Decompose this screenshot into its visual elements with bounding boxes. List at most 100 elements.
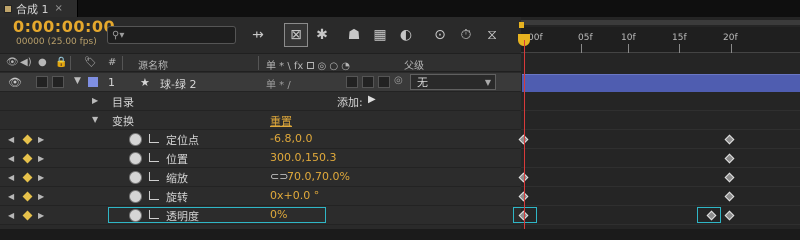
keyframe-toggle-icon[interactable] xyxy=(22,153,33,164)
auto-keyframe-icon[interactable]: ⊙ xyxy=(428,23,452,47)
brainstorm-icon[interactable]: ◐ xyxy=(394,23,418,47)
property-row[interactable]: ◀ ▶ 透明度 0% xyxy=(0,206,521,225)
audio-icon[interactable]: ◀) xyxy=(20,57,32,68)
layer-column-header: 👁 ◀) ● 🔒 🏷 # 源名称 单 * \ fx 🞐 ◎ ○ ◔ 父级 xyxy=(0,53,521,72)
graph-icon[interactable] xyxy=(149,153,159,162)
property-value[interactable]: 70.0,70.0% xyxy=(287,170,350,183)
next-keyframe-icon[interactable]: ▶ xyxy=(38,211,44,220)
ruler-tick xyxy=(679,44,680,53)
next-keyframe-icon[interactable]: ▶ xyxy=(38,135,44,144)
switch-box-3[interactable] xyxy=(378,76,390,88)
current-time-indicator-line[interactable] xyxy=(524,40,525,229)
stopwatch-icon[interactable] xyxy=(129,152,142,165)
visibility-icon[interactable]: 👁 xyxy=(8,76,22,89)
keyframe-selection-outline xyxy=(513,207,537,223)
graph-icon[interactable] xyxy=(149,191,159,200)
property-name: 透明度 xyxy=(166,210,199,223)
search-input[interactable]: ⚲▾ xyxy=(107,26,236,44)
close-icon[interactable]: × xyxy=(55,3,63,14)
expand-arrow-icon[interactable]: ▼ xyxy=(92,115,98,124)
prev-keyframe-icon[interactable]: ◀ xyxy=(8,211,14,220)
keyframe-selection-outline xyxy=(697,207,721,223)
timeline-row xyxy=(521,111,800,130)
stopwatch-icon[interactable] xyxy=(129,209,142,222)
work-area-bar[interactable] xyxy=(521,20,800,25)
parent-select[interactable]: 无 ▼ xyxy=(410,74,496,90)
visibility-icon[interactable]: 👁 xyxy=(6,57,19,68)
prev-keyframe-icon[interactable]: ◀ xyxy=(8,192,14,201)
property-row[interactable]: ◀ ▶ 缩放 ⊂⊃ 70.0,70.0% xyxy=(0,168,521,187)
next-keyframe-icon[interactable]: ▶ xyxy=(38,154,44,163)
expand-arrow-icon[interactable]: ▶ xyxy=(92,96,98,105)
draft-3d-icon[interactable]: ⊠ xyxy=(284,23,308,47)
timeline-row xyxy=(521,168,800,187)
prev-keyframe-icon[interactable]: ◀ xyxy=(8,135,14,144)
property-name: 定位点 xyxy=(166,134,199,147)
navigator-marker[interactable] xyxy=(519,22,524,28)
add-menu-icon[interactable]: ▶ xyxy=(368,94,376,105)
ruler-label: 05f xyxy=(578,33,593,43)
graph-icon[interactable] xyxy=(149,172,159,181)
group-row-contents[interactable]: ▶ 目录 添加: ▶ xyxy=(0,92,521,111)
source-name-header[interactable]: 源名称 xyxy=(138,57,168,72)
solo-icon[interactable]: ● xyxy=(38,57,47,68)
tab-composition[interactable]: 合成 1 × xyxy=(0,0,78,17)
frame-rate-info: 00000 (25.00 fps) xyxy=(16,37,97,47)
layer-label-color[interactable] xyxy=(88,77,98,87)
ruler-label: 00f xyxy=(528,33,543,43)
keyframe-toggle-icon[interactable] xyxy=(22,134,33,145)
property-value[interactable]: 0x+0.0 ° xyxy=(270,189,319,202)
comp-mini-flowchart-icon[interactable]: ⇸ xyxy=(246,23,270,47)
motion-blur-icon[interactable]: ▦ xyxy=(368,23,392,47)
frame-blending-icon[interactable]: ☗ xyxy=(342,23,366,47)
switch-box-2[interactable] xyxy=(362,76,374,88)
current-time-display[interactable]: 0:00:00:00 xyxy=(13,17,115,36)
stopwatch-icon[interactable] xyxy=(129,171,142,184)
property-row[interactable]: ◀ ▶ 定位点 -6.8,0.0 xyxy=(0,130,521,149)
next-keyframe-icon[interactable]: ▶ xyxy=(38,192,44,201)
stopwatch-icon[interactable] xyxy=(129,133,142,146)
ruler-label: 20f xyxy=(723,33,738,43)
layer-row[interactable]: 👁 ▼ 1 ★ 球-绿 2 单 * / ◎ 无 ▼ xyxy=(0,73,521,92)
keyframe-toggle-icon[interactable] xyxy=(22,172,33,183)
timeline-row xyxy=(521,130,800,149)
hide-shy-layers-icon[interactable]: ✱ xyxy=(310,23,334,47)
graph-icon[interactable] xyxy=(149,134,159,143)
add-menu[interactable]: 添加: xyxy=(337,94,363,110)
constrain-proportions-icon[interactable]: ⊂⊃ xyxy=(270,170,288,183)
ruler-tick xyxy=(731,44,732,53)
property-row[interactable]: ◀ ▶ 位置 300.0,150.3 xyxy=(0,149,521,168)
parent-header: 父级 xyxy=(404,61,424,72)
ruler-tick xyxy=(581,44,582,53)
stopwatch-icon[interactable] xyxy=(129,190,142,203)
property-value[interactable]: 300.0,150.3 xyxy=(270,151,336,164)
expand-layer-icon[interactable]: ▼ xyxy=(74,76,81,86)
time-ruler[interactable] xyxy=(521,27,800,53)
keyframe-toggle-icon[interactable] xyxy=(22,191,33,202)
property-value[interactable]: -6.8,0.0 xyxy=(270,132,312,145)
layer-duration-bar[interactable] xyxy=(522,74,800,92)
pickwhip-icon[interactable]: ◎ xyxy=(394,75,403,86)
keyframe-toggle-icon[interactable] xyxy=(22,210,33,221)
layer-switches[interactable]: 单 * / xyxy=(266,76,291,91)
label-icon[interactable]: 🏷 xyxy=(84,57,97,68)
timeline-row xyxy=(521,149,800,168)
layer-name[interactable]: 球-绿 2 xyxy=(160,76,196,92)
graph-editor-icon[interactable]: ⧖ xyxy=(480,23,504,47)
switch-box-1[interactable] xyxy=(346,76,358,88)
property-value[interactable]: 0% xyxy=(270,208,287,221)
layer-number: 1 xyxy=(108,76,115,89)
lock-switch[interactable] xyxy=(52,76,64,88)
group-label: 目录 xyxy=(112,96,134,109)
next-keyframe-icon[interactable]: ▶ xyxy=(38,173,44,182)
lock-icon[interactable]: 🔒 xyxy=(55,57,67,68)
solo-switch[interactable] xyxy=(36,76,48,88)
prev-keyframe-icon[interactable]: ◀ xyxy=(8,173,14,182)
graph-icon[interactable] xyxy=(149,210,159,219)
composition-swatch-icon xyxy=(4,4,12,13)
stopwatch-icon[interactable]: ⏱ xyxy=(454,23,478,47)
group-row-transform[interactable]: ▼ 变换 重置 xyxy=(0,111,521,130)
prev-keyframe-icon[interactable]: ◀ xyxy=(8,154,14,163)
property-row[interactable]: ◀ ▶ 旋转 0x+0.0 ° xyxy=(0,187,521,206)
reset-link[interactable]: 重置 xyxy=(270,113,292,129)
